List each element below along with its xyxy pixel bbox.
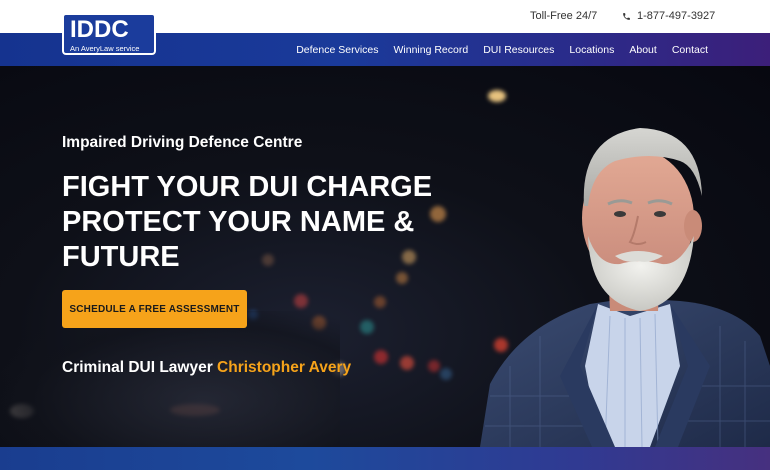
phone-number: 1-877-497-3927 (637, 10, 716, 22)
phone-link[interactable]: 1-877-497-3927 (622, 10, 715, 22)
lawyer-portrait (480, 128, 770, 447)
phone-icon (623, 12, 630, 20)
nav-item-winning-record[interactable]: Winning Record (394, 44, 469, 56)
site-logo[interactable]: IDDC An AveryLaw service (62, 13, 156, 55)
lawyer-name: Christopher Avery (217, 359, 352, 376)
hero-section: Impaired Driving Defence Centre FIGHT YO… (0, 66, 770, 447)
logo-wordmark: IDDC (70, 16, 129, 43)
hero-subtitle: Impaired Driving Defence Centre (62, 134, 303, 151)
nav-item-locations[interactable]: Locations (569, 44, 614, 56)
nav-item-dui-resources[interactable]: DUI Resources (483, 44, 554, 56)
lawyer-title: Criminal DUI Lawyer (62, 359, 218, 376)
schedule-assessment-button[interactable]: SCHEDULE A FREE ASSESSMENT (62, 290, 247, 328)
logo-tagline: An AveryLaw service (70, 44, 140, 53)
hero-headline-line-1: FIGHT YOUR DUI CHARGE (62, 171, 433, 203)
hero-headline-line-3: FUTURE (62, 241, 180, 273)
nav-item-defence-services[interactable]: Defence Services (296, 44, 378, 56)
hero-headline-line-2: PROTECT YOUR NAME & (62, 206, 415, 238)
nav-menu: Defence Services Winning Record DUI Reso… (296, 33, 708, 66)
lawyer-credit: Criminal DUI Lawyer Christopher Avery (62, 359, 351, 377)
nav-item-about[interactable]: About (629, 44, 656, 56)
nav-item-contact[interactable]: Contact (672, 44, 708, 56)
hero-headline: FIGHT YOUR DUI CHARGE PROTECT YOUR NAME … (62, 170, 462, 275)
toll-free-label: Toll-Free 24/7 (530, 10, 598, 22)
bottom-strip (0, 447, 770, 470)
